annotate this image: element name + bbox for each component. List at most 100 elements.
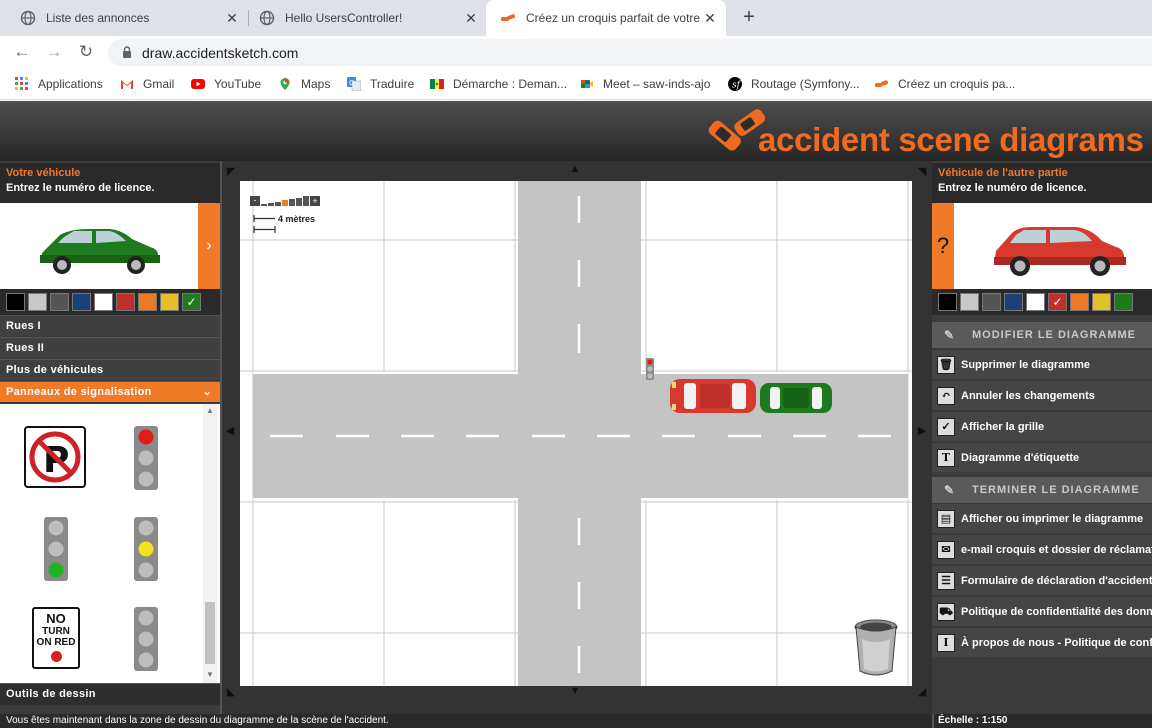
address-bar[interactable]: draw.accidentsketch.com — [108, 39, 1152, 66]
other-vehicle-color-swatch[interactable]: ✓ — [1048, 293, 1067, 311]
traffic-light-red[interactable] — [134, 426, 158, 490]
your-vehicle-color-swatch[interactable] — [28, 293, 47, 311]
finish-diagram-section: ✎ TERMINER LE DIAGRAMME — [932, 477, 1152, 503]
traffic-light-off[interactable] — [134, 607, 158, 671]
corner-bottom-right: ◢ — [917, 686, 927, 698]
bookmark-meet[interactable]: Meet – saw-inds-ajo — [580, 76, 710, 92]
traffic-light-green[interactable] — [44, 517, 68, 581]
cars-icon — [501, 14, 516, 21]
reload-button[interactable]: ↻ — [75, 41, 97, 63]
text-t-icon: T — [937, 449, 955, 467]
tab-title: Liste des annonces — [46, 11, 150, 25]
select-other-vehicle-button[interactable]: ? — [932, 203, 954, 289]
your-vehicle-color-swatch[interactable] — [94, 293, 113, 311]
other-vehicle-color-swatch[interactable] — [982, 293, 1001, 311]
bookmark-routage[interactable]: sf Routage (Symfony... — [728, 76, 860, 92]
action-undo-changes[interactable]: ↶ Annuler les changements — [932, 380, 1152, 410]
action-about-us[interactable]: I À propos de nous - Politique de conf — [932, 627, 1152, 657]
your-vehicle-color-swatch[interactable] — [138, 293, 157, 311]
zoom-out-button[interactable]: - — [250, 196, 260, 206]
menu-plus-de-vehicules[interactable]: Plus de véhicules — [0, 359, 220, 380]
bookmark-demarche[interactable]: Démarche : Deman... — [430, 76, 567, 92]
next-vehicle-button[interactable]: › — [198, 203, 220, 289]
other-vehicle-color-swatch[interactable] — [960, 293, 979, 311]
zoom-level-5[interactable] — [289, 199, 295, 206]
action-print-diagram[interactable]: ▤ Afficher ou imprimer le diagramme — [932, 503, 1152, 533]
other-vehicle-subtitle: Entrez le numéro de licence. — [938, 182, 1087, 194]
bookmark-applications[interactable]: Applications — [15, 76, 103, 92]
zoom-level-6[interactable] — [296, 198, 302, 206]
tab-liste-des-annonces[interactable]: Liste des annonces ✕ — [0, 0, 248, 36]
menu-panneaux-de-signalisation[interactable]: Panneaux de signalisation ⌄ — [0, 381, 220, 402]
your-vehicle-color-swatch[interactable] — [50, 293, 69, 311]
drawing-canvas[interactable]: - + 4 mètres — [240, 181, 912, 686]
sign-text-no: NO — [46, 611, 66, 626]
no-turn-on-red-sign[interactable]: NO TURN ON RED — [32, 607, 80, 669]
tab-croquis[interactable]: Créez un croquis parfait de votre ✕ — [486, 0, 726, 36]
your-vehicle-color-swatch[interactable]: ✓ — [182, 293, 201, 311]
other-vehicle-title: Véhicule de l'autre partie — [938, 167, 1068, 179]
bookmark-label: Créez un croquis pa... — [898, 77, 1016, 91]
other-vehicle-color-swatch[interactable] — [1004, 293, 1023, 311]
bookmark-croquis[interactable]: Créez un croquis pa... — [875, 76, 1015, 92]
zoom-level-1[interactable] — [261, 204, 267, 206]
action-privacy-policy[interactable]: ⛟ Politique de confidentialité des donn — [932, 596, 1152, 626]
action-label-diagram[interactable]: T Diagramme d'étiquette — [932, 442, 1152, 472]
other-vehicle-preview[interactable]: ? — [932, 203, 1152, 289]
other-vehicle-color-swatch[interactable] — [1114, 293, 1133, 311]
scroll-thumb[interactable] — [205, 602, 215, 664]
zoom-in-button[interactable]: + — [310, 196, 320, 206]
traffic-light-yellow[interactable] — [134, 517, 158, 581]
your-vehicle-color-swatch[interactable] — [116, 293, 135, 311]
your-vehicle-color-swatch[interactable] — [160, 293, 179, 311]
menu-outils-de-dessin[interactable]: Outils de dessin — [0, 683, 220, 705]
bookmarks-bar: Applications Gmail YouTube Maps G Tradui… — [0, 68, 1152, 100]
scroll-up-arrow[interactable]: ▲ — [205, 406, 215, 416]
pan-right-arrow[interactable]: ▶ — [916, 424, 928, 437]
bookmark-youtube[interactable]: YouTube — [191, 76, 261, 92]
tab-hello-userscontroller[interactable]: Hello UsersController! ✕ — [239, 0, 487, 36]
pan-down-arrow[interactable]: ▼ — [568, 685, 582, 697]
action-delete-diagram[interactable]: 🗑 Supprimer le diagramme — [932, 349, 1152, 379]
close-icon[interactable]: ✕ — [702, 10, 718, 27]
translate-icon: G — [347, 77, 361, 91]
new-tab-button[interactable]: + — [738, 6, 760, 28]
zoom-level-2[interactable] — [268, 203, 274, 206]
zoom-level-7[interactable] — [303, 196, 309, 206]
action-accident-form[interactable]: ☰ Formulaire de déclaration d'accident — [932, 565, 1152, 595]
other-vehicle-color-swatch[interactable] — [1026, 293, 1045, 311]
gmail-icon — [121, 80, 133, 89]
no-parking-sign[interactable]: P — [24, 426, 86, 488]
status-bar: Vous êtes maintenant dans la zone de des… — [0, 714, 1152, 728]
bookmark-label: YouTube — [214, 77, 262, 91]
bookmark-traduire[interactable]: G Traduire — [347, 76, 414, 92]
menu-rues-2[interactable]: Rues II — [0, 337, 220, 358]
bookmark-gmail[interactable]: Gmail — [120, 76, 174, 92]
your-vehicle-color-swatch[interactable] — [72, 293, 91, 311]
zoom-level-3[interactable] — [275, 202, 281, 206]
red-car-topview — [670, 379, 756, 413]
pan-left-arrow[interactable]: ◀ — [224, 424, 236, 437]
bookmark-maps[interactable]: Maps — [278, 76, 330, 92]
forward-button[interactable]: → — [43, 41, 65, 63]
form-icon: ☰ — [937, 572, 955, 590]
other-vehicle-color-swatch[interactable] — [1070, 293, 1089, 311]
action-show-grid[interactable]: ✓ Afficher la grille — [932, 411, 1152, 441]
action-email-sketch[interactable]: ✉ e-mail croquis et dossier de réclamat — [932, 534, 1152, 564]
back-button[interactable]: ← — [11, 41, 33, 63]
action-label: Diagramme d'étiquette — [961, 452, 1080, 464]
close-icon[interactable]: ✕ — [463, 10, 479, 27]
status-scale: Échelle : 1:150 — [938, 715, 1008, 726]
close-icon[interactable]: ✕ — [224, 10, 240, 27]
zoom-level-4[interactable] — [282, 200, 288, 206]
your-vehicle-preview[interactable]: › — [0, 203, 220, 289]
your-vehicle-color-swatch[interactable] — [6, 293, 25, 311]
other-vehicle-color-swatch[interactable] — [1092, 293, 1111, 311]
your-vehicle-header: Votre véhicule Entrez le numéro de licen… — [0, 163, 220, 203]
pan-up-arrow[interactable]: ▲ — [568, 163, 582, 175]
signs-scrollbar[interactable]: ▲ ▼ — [203, 404, 217, 684]
red-dot-icon — [50, 651, 62, 662]
scroll-down-arrow[interactable]: ▼ — [205, 670, 215, 680]
other-vehicle-color-swatch[interactable] — [938, 293, 957, 311]
menu-rues-1[interactable]: Rues I — [0, 315, 220, 336]
